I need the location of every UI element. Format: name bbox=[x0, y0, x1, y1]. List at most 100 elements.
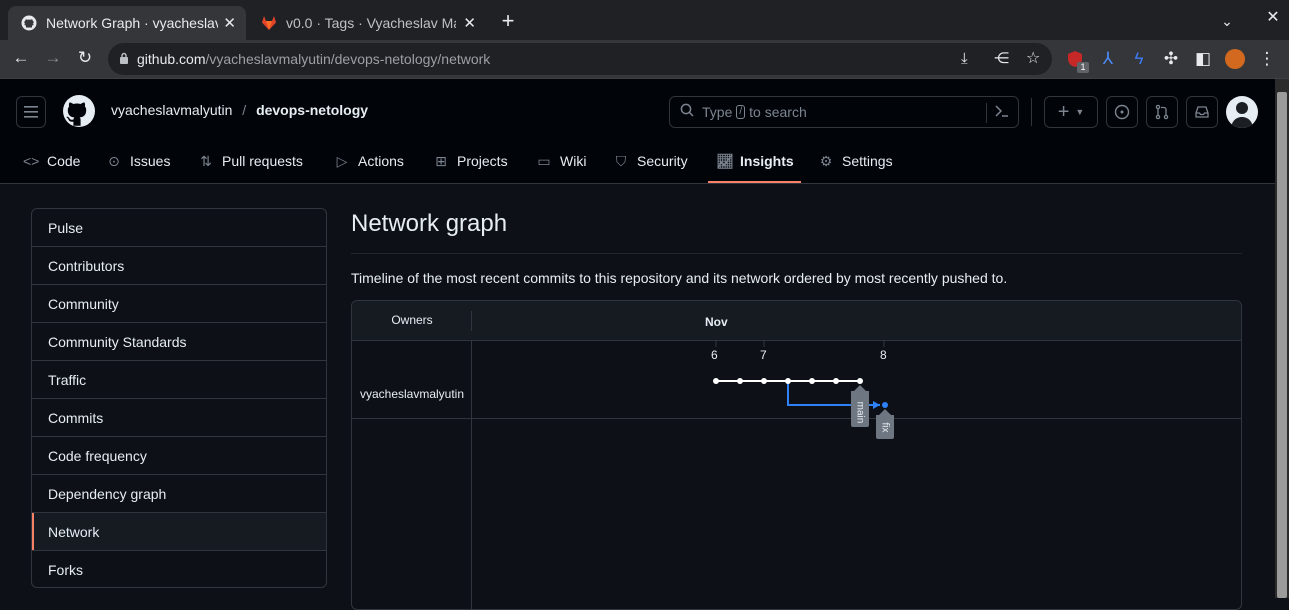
chevron-down-icon[interactable]: ⌄ bbox=[1216, 11, 1238, 31]
browser-tab-active[interactable]: Network Graph · vyacheslavmalyutin ✕ bbox=[8, 6, 246, 40]
sidebar-item-label: Community bbox=[48, 295, 119, 312]
day-ticks bbox=[715, 341, 885, 347]
sidebar-item-pulse[interactable]: Pulse bbox=[32, 209, 326, 247]
sidebar-item-label: Network bbox=[48, 523, 100, 540]
tab-label: Projects bbox=[457, 153, 508, 169]
tab-projects[interactable]: ⊞ Projects bbox=[433, 151, 508, 171]
commit-dot[interactable] bbox=[809, 378, 815, 384]
divider bbox=[351, 253, 1242, 254]
tab-code[interactable]: <> Code bbox=[23, 151, 80, 171]
create-new-button[interactable]: + ▼ bbox=[1044, 96, 1098, 128]
page-title: Network graph bbox=[351, 210, 508, 237]
breadcrumb: vyacheslavmalyutin / devops-netology bbox=[111, 102, 368, 118]
extensions-puzzle-icon[interactable]: ✣ bbox=[1160, 49, 1182, 69]
commit-dot[interactable] bbox=[857, 378, 863, 384]
tab-settings[interactable]: ⚙ Settings bbox=[818, 151, 893, 171]
tab-actions[interactable]: ▷ Actions bbox=[334, 151, 404, 171]
reload-icon[interactable]: ↻ bbox=[74, 48, 96, 68]
pull-requests-button[interactable] bbox=[1146, 96, 1178, 128]
gear-icon: ⚙ bbox=[819, 152, 833, 169]
pull-request-icon: ⇅ bbox=[200, 152, 212, 169]
hamburger-icon bbox=[24, 106, 38, 118]
install-app-icon[interactable]: ⤓ bbox=[961, 50, 968, 67]
sidebar-item-community[interactable]: Community bbox=[32, 285, 326, 323]
side-panel-icon[interactable]: ◧ bbox=[1192, 49, 1214, 69]
extension-bolt-icon[interactable]: ϟ bbox=[1128, 49, 1150, 69]
url-host: github.com bbox=[137, 51, 206, 67]
issues-button[interactable] bbox=[1106, 96, 1138, 128]
sidebar-item-label: Forks bbox=[48, 562, 83, 578]
tab-title: v0.0 · Tags · Vyacheslav Malyutin bbox=[286, 15, 456, 31]
tab-label: Insights bbox=[740, 153, 794, 169]
issue-icon: ⊙ bbox=[108, 152, 120, 169]
github-icon bbox=[20, 14, 38, 32]
share-icon[interactable]: ⋲ bbox=[994, 49, 1009, 67]
bookmark-star-icon[interactable]: ☆ bbox=[1026, 48, 1040, 68]
hamburger-menu-button[interactable] bbox=[16, 96, 46, 128]
extension-badge: 1 bbox=[1077, 62, 1089, 73]
tab-security[interactable]: ⛉ Security bbox=[613, 151, 688, 171]
sidebar-item-traffic[interactable]: Traffic bbox=[32, 361, 326, 399]
table-icon: ⊞ bbox=[435, 152, 447, 169]
profile-avatar[interactable] bbox=[1225, 49, 1245, 69]
sidebar-item-contributors[interactable]: Contributors bbox=[32, 247, 326, 285]
commit-dot[interactable] bbox=[713, 378, 719, 384]
commit-dot[interactable] bbox=[833, 378, 839, 384]
extension-translate-icon[interactable]: ⅄ bbox=[1097, 49, 1119, 69]
shield-icon: ⛉ bbox=[615, 152, 627, 169]
branch-label-main: main bbox=[854, 399, 866, 425]
code-icon: <> bbox=[23, 153, 40, 169]
browser-tab[interactable]: v0.0 · Tags · Vyacheslav Malyutin ✕ bbox=[248, 6, 486, 40]
sidebar-item-forks[interactable]: Forks bbox=[32, 551, 326, 587]
forward-icon[interactable]: → bbox=[42, 48, 64, 68]
new-tab-icon[interactable]: + bbox=[497, 10, 519, 32]
network-graph[interactable]: Owners Nov vyacheslavmalyutin 6 7 8 main… bbox=[351, 300, 1242, 610]
tab-label: Issues bbox=[130, 153, 171, 169]
browser-menu-icon[interactable]: ⋮ bbox=[1256, 49, 1278, 69]
breadcrumb-repo[interactable]: devops-netology bbox=[256, 102, 368, 118]
commit-dot[interactable] bbox=[761, 378, 767, 384]
tab-label: Settings bbox=[842, 153, 893, 169]
inbox-icon bbox=[1195, 106, 1209, 118]
search-icon bbox=[680, 103, 694, 122]
commit-dot-fix[interactable] bbox=[882, 402, 888, 408]
sidebar-item-commits[interactable]: Commits bbox=[32, 399, 326, 437]
search-shortcut-key: / bbox=[736, 105, 746, 119]
lock-icon bbox=[119, 52, 129, 67]
sidebar-item-network[interactable]: Network bbox=[32, 513, 326, 551]
scrollbar-thumb[interactable] bbox=[1277, 92, 1287, 598]
divider bbox=[986, 103, 987, 123]
sidebar-item-label: Commits bbox=[48, 409, 104, 426]
issue-icon bbox=[1114, 104, 1130, 120]
sidebar-item-code-frequency[interactable]: Code frequency bbox=[32, 437, 326, 475]
arrow-head-icon bbox=[873, 401, 880, 409]
close-window-icon[interactable]: ✕ bbox=[1262, 8, 1284, 28]
close-tab-icon[interactable]: ✕ bbox=[223, 14, 236, 32]
tab-insights[interactable]: 📈︎ Insights bbox=[716, 151, 794, 171]
back-icon[interactable]: ← bbox=[10, 48, 32, 68]
sidebar-item-community-standards[interactable]: Community Standards bbox=[32, 323, 326, 361]
github-logo-icon[interactable] bbox=[63, 95, 95, 132]
sidebar-item-dependency-graph[interactable]: Dependency graph bbox=[32, 475, 326, 513]
tab-label: Wiki bbox=[560, 153, 587, 169]
url-path: /vyacheslavmalyutin/devops-netology/netw… bbox=[205, 51, 491, 67]
pull-request-icon bbox=[1155, 104, 1169, 120]
commit-dot[interactable] bbox=[785, 378, 791, 384]
user-avatar[interactable] bbox=[1226, 96, 1258, 128]
tab-pull-requests[interactable]: ⇅ Pull requests bbox=[198, 151, 303, 171]
inbox-button[interactable] bbox=[1186, 96, 1218, 128]
book-icon: ▭ bbox=[537, 152, 551, 169]
address-bar[interactable]: github.com/vyacheslavmalyutin/devops-net… bbox=[108, 43, 1052, 75]
search-input[interactable]: Type / to search bbox=[669, 96, 1019, 128]
tab-wiki[interactable]: ▭ Wiki bbox=[536, 151, 586, 171]
commit-dot[interactable] bbox=[737, 378, 743, 384]
command-palette-icon[interactable] bbox=[994, 103, 1010, 122]
sidebar-item-label: Community Standards bbox=[48, 333, 187, 350]
tab-issues[interactable]: ⊙ Issues bbox=[106, 151, 170, 171]
plus-icon: + bbox=[1057, 100, 1070, 123]
tab-label: Code bbox=[47, 153, 81, 169]
breadcrumb-owner[interactable]: vyacheslavmalyutin bbox=[111, 102, 232, 118]
page-description: Timeline of the most recent commits to t… bbox=[351, 270, 1008, 286]
commit-graph-svg bbox=[713, 341, 894, 439]
close-tab-icon[interactable]: ✕ bbox=[463, 14, 476, 32]
